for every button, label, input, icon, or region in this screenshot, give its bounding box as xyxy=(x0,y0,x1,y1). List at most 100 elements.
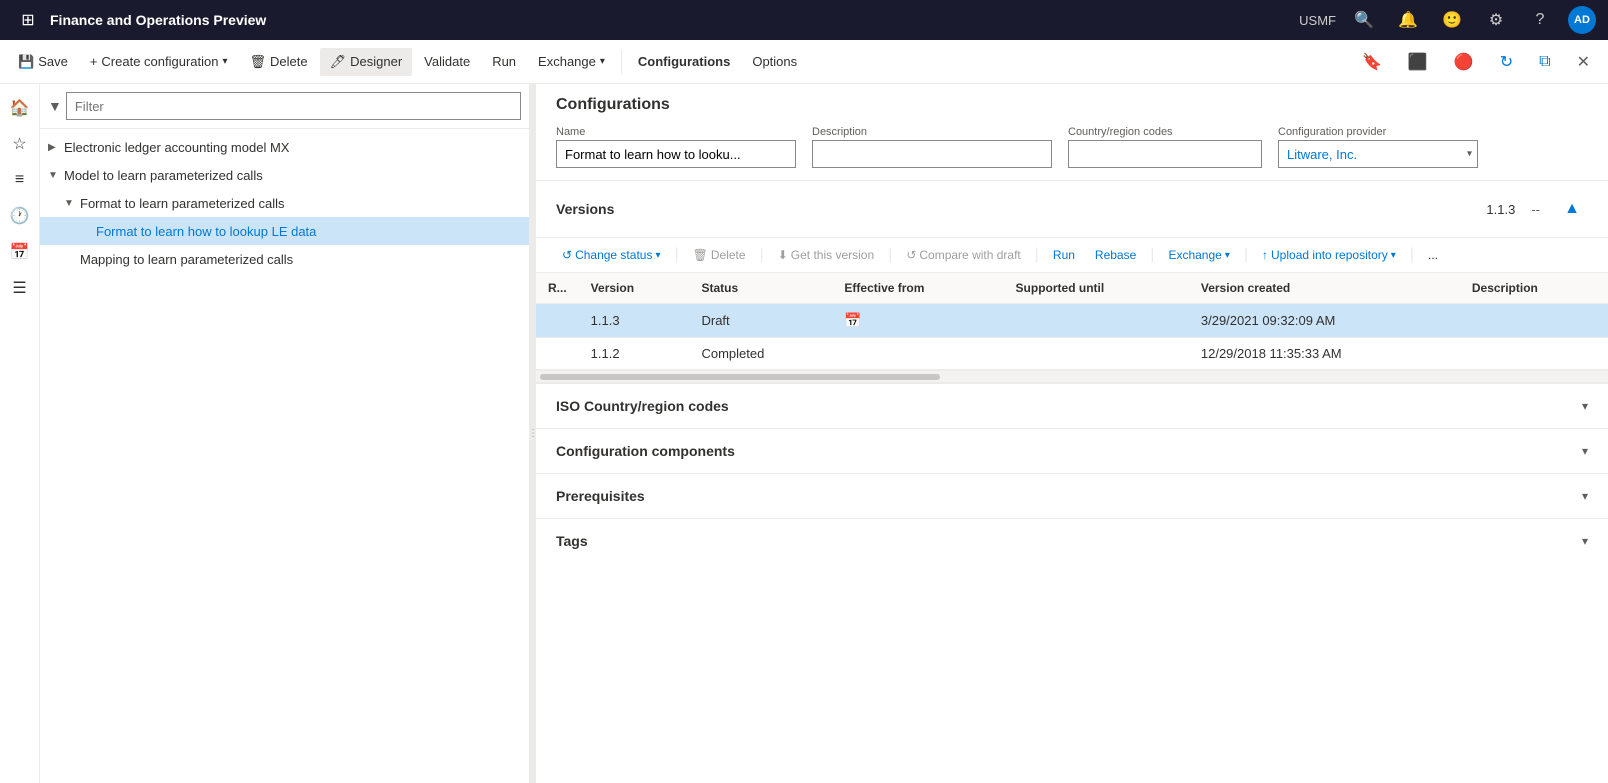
iso-section: ISO Country/region codes ▾ xyxy=(536,383,1608,428)
country-region-input[interactable] xyxy=(1068,140,1262,168)
nav-home-button[interactable]: 🏠 xyxy=(4,92,36,124)
prerequisites-collapse-arrow: ▾ xyxy=(1582,489,1588,503)
scroll-thumb[interactable] xyxy=(540,374,940,380)
toolbar-sep-6: | xyxy=(1244,246,1248,264)
versions-exchange-button[interactable]: Exchange ▾ xyxy=(1162,244,1235,266)
toolbar-sep-3: | xyxy=(888,246,892,264)
tree-expand-icon-3: ▼ xyxy=(64,198,76,209)
designer-button[interactable]: 🖊 Designer xyxy=(320,48,413,76)
col-r: R... xyxy=(536,273,579,304)
change-status-button[interactable]: ↺ Change status ▾ xyxy=(556,244,666,266)
config-provider-label: Configuration provider xyxy=(1278,126,1478,138)
sidebar: ▼ ▶ Electronic ledger accounting model M… xyxy=(40,84,530,783)
versions-header-controls: 1.1.3 -- ▲ xyxy=(1486,193,1588,225)
apps-button[interactable]: ⊞ xyxy=(12,4,44,36)
create-config-chevron: ▾ xyxy=(223,56,228,67)
toolbar-sep-2: | xyxy=(760,246,764,264)
validate-button[interactable]: Validate xyxy=(414,48,480,75)
compare-draft-button[interactable]: ↺ Compare with draft xyxy=(900,244,1026,266)
search-button[interactable]: 🔍 xyxy=(1348,4,1380,36)
cmd-separator-1 xyxy=(621,50,622,74)
versions-delete-button[interactable]: 🗑 Delete xyxy=(687,244,752,266)
sidebar-filter-area: ▼ xyxy=(40,84,529,129)
new-window-button[interactable]: ⧉ xyxy=(1529,47,1560,77)
calendar-icon[interactable]: 📅 xyxy=(844,312,861,328)
change-status-chevron: ▾ xyxy=(655,250,660,261)
nav-clock-button[interactable]: 🕐 xyxy=(4,200,36,232)
cell-effective-1: 📅 xyxy=(832,304,1003,338)
panel-button[interactable]: ⬛ xyxy=(1398,46,1438,78)
sidebar-item-electronic-ledger[interactable]: ▶ Electronic ledger accounting model MX xyxy=(40,133,529,161)
refresh-button[interactable]: ↻ xyxy=(1490,46,1523,78)
sidebar-item-model-parameterized[interactable]: ▼ Model to learn parameterized calls xyxy=(40,161,529,189)
versions-table-head: R... Version Status Effective from Suppo… xyxy=(536,273,1608,304)
horizontal-scrollbar[interactable] xyxy=(536,370,1608,382)
col-status: Status xyxy=(689,273,832,304)
close-content-button[interactable]: ✕ xyxy=(1567,46,1600,78)
get-version-button[interactable]: ⬇ Get this version xyxy=(772,244,880,266)
run-button[interactable]: Run xyxy=(482,48,526,75)
col-supported-until: Supported until xyxy=(1004,273,1189,304)
rebase-button[interactable]: Rebase xyxy=(1089,244,1142,266)
save-button[interactable]: 💾 Save xyxy=(8,48,78,76)
badge-button[interactable]: 🔴 xyxy=(1444,46,1484,78)
iso-collapse-arrow: ▾ xyxy=(1582,399,1588,413)
versions-collapse-button[interactable]: ▲ xyxy=(1556,193,1588,225)
sidebar-item-format-parameterized[interactable]: ▼ Format to learn parameterized calls xyxy=(40,189,529,217)
versions-title: Versions xyxy=(556,201,614,217)
page-title: Configurations xyxy=(556,96,1588,114)
command-bar: 💾 Save + Create configuration ▾ 🗑 Delete… xyxy=(0,40,1608,84)
exchange-button[interactable]: Exchange ▾ xyxy=(528,48,615,75)
cell-status-1: Draft xyxy=(689,304,832,338)
exchange-chevron: ▾ xyxy=(1225,250,1230,261)
title-bar-left: ⊞ Finance and Operations Preview xyxy=(12,4,1291,36)
tags-section: Tags ▾ xyxy=(536,518,1608,563)
name-label: Name xyxy=(556,126,796,138)
notifications-button[interactable]: 🔔 xyxy=(1392,4,1424,36)
versions-section: Versions 1.1.3 -- ▲ ↺ Change status ▾ | … xyxy=(536,181,1608,383)
main-layout: 🏠 ☆ ≡ 🕐 📅 ☰ ▼ ▶ Electronic ledger accoun… xyxy=(0,84,1608,783)
tree-view: ▶ Electronic ledger accounting model MX … xyxy=(40,129,529,783)
filter-input[interactable] xyxy=(66,92,521,120)
versions-run-button[interactable]: Run xyxy=(1047,244,1081,266)
get-version-icon: ⬇ xyxy=(778,248,788,262)
help-button[interactable]: ? xyxy=(1524,4,1556,36)
cell-desc-2 xyxy=(1460,338,1608,370)
nav-star-button[interactable]: ☆ xyxy=(4,128,36,160)
toolbar-sep-7: | xyxy=(1410,246,1414,264)
change-status-icon: ↺ xyxy=(562,248,572,262)
settings-button[interactable]: ⚙ xyxy=(1480,4,1512,36)
nav-list-button[interactable]: ☰ xyxy=(4,272,36,304)
table-row[interactable]: 1.1.2 Completed 12/29/2018 11:35:33 AM xyxy=(536,338,1608,370)
delete-button[interactable]: 🗑 Delete xyxy=(240,48,318,76)
left-nav-icons: 🏠 ☆ ≡ 🕐 📅 ☰ xyxy=(0,84,40,783)
bookmark-button[interactable]: 🔖 xyxy=(1352,46,1392,78)
configurations-button[interactable]: Configurations xyxy=(628,48,740,75)
feedback-button[interactable]: 🙂 xyxy=(1436,4,1468,36)
config-provider-select[interactable]: Litware, Inc. xyxy=(1278,140,1478,168)
tags-section-header[interactable]: Tags ▾ xyxy=(536,519,1608,563)
iso-section-header[interactable]: ISO Country/region codes ▾ xyxy=(536,384,1608,428)
nav-calendar-button[interactable]: 📅 xyxy=(4,236,36,268)
col-effective-from: Effective from xyxy=(832,273,1003,304)
versions-table: R... Version Status Effective from Suppo… xyxy=(536,273,1608,370)
config-provider-field: Configuration provider Litware, Inc. ▾ xyxy=(1278,126,1478,168)
more-options-button[interactable]: ... xyxy=(1422,244,1444,266)
sidebar-item-mapping-parameterized[interactable]: Mapping to learn parameterized calls xyxy=(40,245,529,273)
col-version: Version xyxy=(579,273,690,304)
prerequisites-section-header[interactable]: Prerequisites ▾ xyxy=(536,474,1608,518)
app-title: Finance and Operations Preview xyxy=(50,12,266,28)
user-avatar[interactable]: AD xyxy=(1568,6,1596,34)
upload-repo-button[interactable]: ↑ Upload into repository ▾ xyxy=(1256,244,1402,266)
cell-effective-2 xyxy=(832,338,1003,370)
table-row[interactable]: 1.1.3 Draft 📅 3/29/2021 09:32:09 AM xyxy=(536,304,1608,338)
components-title: Configuration components xyxy=(556,443,735,459)
sidebar-item-format-lookup[interactable]: Format to learn how to lookup LE data xyxy=(40,217,529,245)
content-header: Configurations Name Description Country/… xyxy=(536,84,1608,181)
name-input[interactable] xyxy=(556,140,796,168)
options-button[interactable]: Options xyxy=(742,48,807,75)
nav-lines-button[interactable]: ≡ xyxy=(4,164,36,196)
description-input[interactable] xyxy=(812,140,1052,168)
create-config-button[interactable]: + Create configuration ▾ xyxy=(80,48,238,75)
components-section-header[interactable]: Configuration components ▾ xyxy=(536,429,1608,473)
